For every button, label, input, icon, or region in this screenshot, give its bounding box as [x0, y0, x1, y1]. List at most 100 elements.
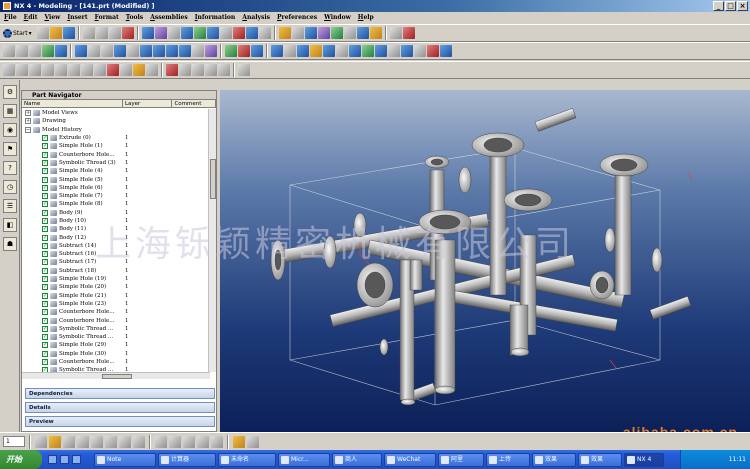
part-navigator-tab-icon[interactable]: ⚙: [3, 85, 17, 99]
divide-curve-icon[interactable]: [179, 64, 191, 76]
tree-feature-node[interactable]: ✓ Simple Hole (7) 1: [22, 192, 210, 200]
preview-panel[interactable]: Preview: [25, 416, 215, 427]
section-icon[interactable]: [291, 27, 304, 39]
view-icon[interactable]: [167, 27, 180, 39]
menu-view[interactable]: View: [44, 14, 60, 21]
slot-icon[interactable]: [179, 45, 191, 57]
zoom-icon[interactable]: [193, 27, 206, 39]
mirror-body-icon[interactable]: [362, 45, 374, 57]
extrude-icon[interactable]: [42, 45, 54, 57]
block-icon[interactable]: [75, 45, 87, 57]
point-icon[interactable]: [3, 64, 15, 76]
checkbox-icon[interactable]: ✓: [42, 251, 48, 258]
check-geometry-icon[interactable]: [402, 27, 415, 39]
bridge-curve-icon[interactable]: [94, 64, 106, 76]
checkbox-icon[interactable]: ✓: [42, 259, 48, 266]
taskbar-button[interactable]: 效果: [532, 452, 576, 467]
snap-point-on-face-icon[interactable]: [211, 435, 223, 448]
system-materials-icon[interactable]: ☗: [3, 237, 17, 251]
layer-settings-icon[interactable]: [154, 27, 167, 39]
menu-information[interactable]: Information: [195, 14, 236, 21]
checkbox-icon[interactable]: ✓: [42, 209, 48, 216]
snap-midpoint-icon[interactable]: [77, 435, 89, 448]
cylinder-icon[interactable]: [88, 45, 100, 57]
new-file-icon[interactable]: [36, 27, 49, 39]
expand-icon[interactable]: +: [25, 118, 31, 125]
checkbox-icon[interactable]: ✓: [42, 334, 48, 341]
pan-icon[interactable]: [219, 27, 232, 39]
wcs-icon[interactable]: [304, 27, 317, 39]
menu-edit[interactable]: Edit: [24, 14, 38, 21]
cut-icon[interactable]: [82, 27, 95, 39]
show-snap-icon[interactable]: [233, 435, 245, 448]
instance-icon[interactable]: [349, 45, 361, 57]
datum-plane-icon[interactable]: [16, 45, 28, 57]
draft-icon[interactable]: [310, 45, 322, 57]
shaded-icon[interactable]: [232, 27, 245, 39]
sketch-icon[interactable]: [3, 45, 15, 57]
tree-group-node[interactable]: − Model History: [22, 126, 210, 134]
checkbox-icon[interactable]: ✓: [42, 226, 48, 233]
split-body-icon[interactable]: [414, 45, 426, 57]
spline-icon[interactable]: [68, 64, 80, 76]
shell-icon[interactable]: [297, 45, 309, 57]
taskbar-button[interactable]: Note: [94, 452, 156, 467]
snap-existing-point-icon[interactable]: [155, 435, 167, 448]
menu-file[interactable]: File: [4, 14, 17, 21]
column-name[interactable]: Name: [22, 100, 123, 107]
pad-icon[interactable]: [166, 45, 178, 57]
checkbox-icon[interactable]: ✓: [42, 143, 48, 150]
expand-icon[interactable]: +: [25, 110, 31, 117]
show-desktop-icon[interactable]: [48, 455, 57, 464]
checkbox-icon[interactable]: ✓: [42, 292, 48, 299]
chamfer-curve-icon[interactable]: [205, 64, 217, 76]
extract-icon[interactable]: [401, 45, 413, 57]
join-curve-icon[interactable]: [218, 64, 230, 76]
snap-quadrant-icon[interactable]: [133, 435, 145, 448]
snap-tangent-icon[interactable]: [197, 435, 209, 448]
checkbox-icon[interactable]: ✓: [42, 300, 48, 307]
media-icon[interactable]: [72, 455, 81, 464]
roles-tab-icon[interactable]: ☰: [3, 199, 17, 213]
taskbar-button[interactable]: 未命名: [218, 452, 276, 467]
tree-feature-node[interactable]: ✓ Symbolic Thread ... 1: [22, 333, 210, 341]
render-style-icon[interactable]: [258, 27, 271, 39]
menu-tools[interactable]: Tools: [126, 14, 143, 21]
snap-arc-center-icon[interactable]: [183, 435, 195, 448]
info-icon[interactable]: [389, 27, 402, 39]
helix-icon[interactable]: [133, 64, 145, 76]
details-panel[interactable]: Details: [25, 402, 215, 413]
paste-icon[interactable]: [108, 27, 121, 39]
checkbox-icon[interactable]: ✓: [42, 193, 48, 200]
chamfer-icon[interactable]: [284, 45, 296, 57]
delete-icon[interactable]: [121, 27, 134, 39]
pocket-icon[interactable]: [153, 45, 165, 57]
measure-icon[interactable]: [278, 27, 291, 39]
snap-intersection-icon[interactable]: [105, 435, 117, 448]
dependencies-panel[interactable]: Dependencies: [25, 388, 215, 399]
select-filter-icon[interactable]: [49, 435, 61, 448]
analysis-icon[interactable]: [317, 27, 330, 39]
checkbox-icon[interactable]: ✓: [42, 276, 48, 283]
snap-control-point-icon[interactable]: [91, 435, 103, 448]
taskbar-button[interactable]: 阿里: [438, 452, 484, 467]
taskbar-button[interactable]: 计算器: [158, 452, 216, 467]
menu-format[interactable]: Format: [95, 14, 119, 21]
snap-center-icon[interactable]: [119, 435, 131, 448]
checkbox-icon[interactable]: ✓: [42, 350, 48, 357]
taskbar-button[interactable]: Micr...: [278, 452, 330, 467]
taskbar-button[interactable]: 商人: [332, 452, 382, 467]
tree-feature-node[interactable]: ✓ Simple Hole (19) 1: [22, 275, 210, 283]
sphere-icon[interactable]: [114, 45, 126, 57]
menu-preferences[interactable]: Preferences: [277, 14, 317, 21]
checkbox-icon[interactable]: ✓: [42, 242, 48, 249]
navigator-horizontal-scrollbar[interactable]: [22, 372, 210, 379]
wrench-icon[interactable]: [247, 435, 259, 448]
general-selection-icon[interactable]: [35, 435, 47, 448]
checkbox-icon[interactable]: ✓: [42, 159, 48, 166]
orient-view-icon[interactable]: [245, 27, 258, 39]
tree-feature-node[interactable]: ✓ Simple Hole (1) 1: [22, 142, 210, 150]
edit-curve-icon[interactable]: [146, 64, 158, 76]
display-icon[interactable]: [330, 27, 343, 39]
tree-feature-node[interactable]: ✓ Simple Hole (21) 1: [22, 292, 210, 300]
